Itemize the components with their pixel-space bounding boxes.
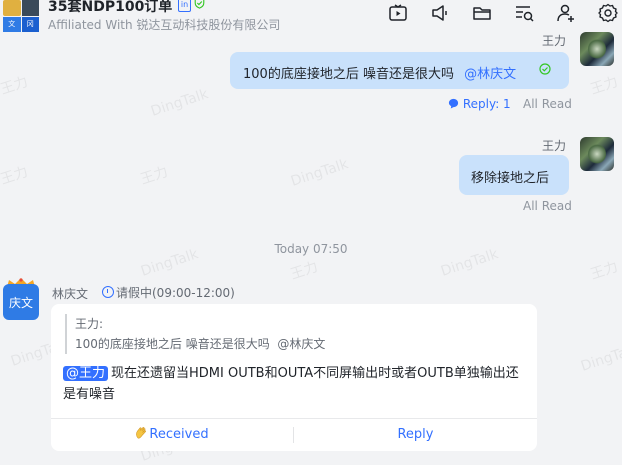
clap-icon [136, 427, 147, 439]
internal-badge: in [178, 0, 191, 12]
chat-header: 文冈 35套NDP100订单 in Affiliated With 锐达互动科技… [0, 0, 622, 36]
received-button[interactable]: Received [51, 419, 293, 452]
watermark: DingTalk [288, 156, 351, 190]
watermark-name: 王力 [0, 74, 31, 98]
message-text: @王力 现在还遗留当HDMI OUTB和OUTA不同屏输出时或者OUTB单独输出还… [63, 366, 519, 402]
quote-author: 王力: [75, 317, 104, 331]
time-divider: Today 07:50 [274, 242, 348, 256]
quote-text: 100的底座接地之后 噪音还是很大吗 @林庆文 [75, 337, 326, 351]
reply-button[interactable]: Reply [294, 419, 537, 452]
watermark-name: 王力 [588, 74, 621, 98]
video-icon[interactable] [388, 3, 408, 23]
quoted-message[interactable]: 王力: 100的底座接地之后 噪音还是很大吗 @林庆文 [65, 314, 325, 354]
read-check-icon [539, 63, 551, 75]
sender-name: 王力 [542, 34, 567, 48]
message-card[interactable]: 王力: 100的底座接地之后 噪音还是很大吗 @林庆文 @王力 现在还遗留当HDM… [51, 304, 537, 451]
message-text: 100的底座接地之后 噪音还是很大吗 [243, 67, 454, 82]
watermark-name: 王力 [0, 164, 31, 188]
mention-chip[interactable]: @王力 [63, 366, 109, 381]
watermark-name: 王力 [588, 259, 621, 283]
chat-title[interactable]: 35套NDP100订单 [48, 0, 172, 16]
folder-icon[interactable] [472, 3, 492, 23]
read-status[interactable]: All Read [523, 97, 572, 111]
sender-name: 林庆文 [52, 287, 89, 301]
shield-check-icon [194, 0, 205, 9]
avatar[interactable]: 庆文 [3, 284, 39, 320]
watermark: DingTalk [148, 86, 211, 120]
mention-link[interactable]: @林庆文 [464, 67, 516, 82]
avatar[interactable] [580, 32, 614, 66]
leave-status: 请假中(09:00-12:00) [102, 284, 235, 301]
card-actions: Received Reply [51, 418, 537, 452]
watermark: DingTalk [578, 341, 622, 375]
megaphone-icon[interactable] [430, 3, 450, 23]
watermark-name: 王力 [288, 259, 321, 283]
sender-name: 王力 [542, 139, 567, 153]
chat-subtitle: Affiliated With 锐达互动科技股份有限公司 [48, 18, 281, 32]
message-text: 移除接地之后 [471, 171, 550, 186]
read-status[interactable]: All Read [523, 199, 572, 213]
clock-icon [102, 286, 114, 298]
search-list-icon[interactable] [514, 3, 534, 23]
settings-icon[interactable] [598, 3, 618, 23]
message-bubble[interactable]: 移除接地之后 [459, 155, 569, 195]
reply-count-link[interactable]: Reply: 1 [448, 97, 511, 111]
watermark-name: 王力 [138, 164, 171, 188]
reply-bubble-icon [448, 98, 459, 109]
message-bubble[interactable]: 100的底座接地之后 噪音还是很大吗 @林庆文 [230, 52, 569, 89]
add-member-icon[interactable] [556, 3, 576, 23]
avatar[interactable] [580, 137, 614, 171]
group-avatar[interactable]: 文冈 [3, 0, 39, 32]
